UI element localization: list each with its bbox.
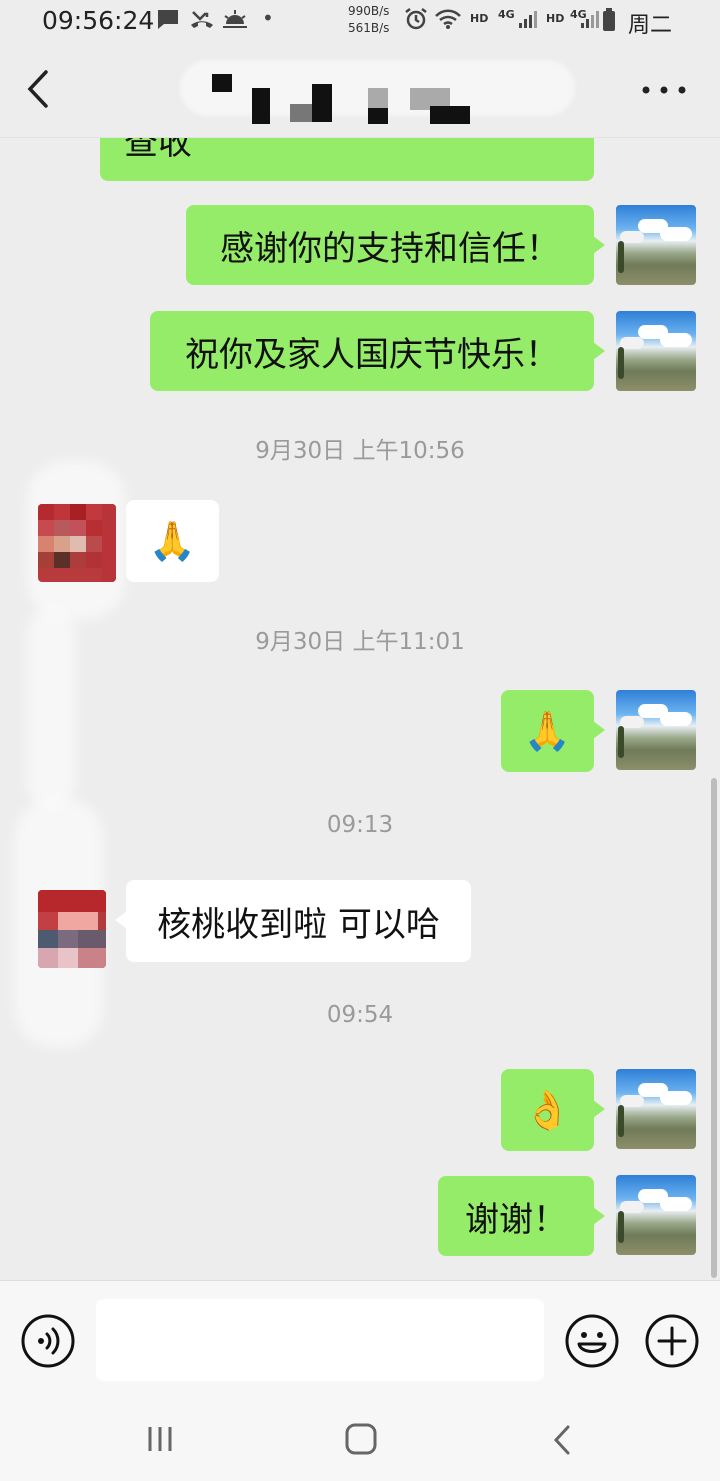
message-emoji: 🙏 [148,518,197,563]
recent-apps-button[interactable] [142,1424,178,1454]
timestamp: 9月30日 上午10:56 [255,438,465,464]
chat-title [160,54,580,124]
contact-avatar[interactable] [38,504,116,582]
my-avatar[interactable] [616,690,696,770]
message-emoji: 👌 [523,1087,572,1132]
message-bubble-mine[interactable]: 🙏 [501,690,605,772]
hd-label-1: HD [470,12,489,25]
wifi-icon [434,8,462,35]
my-avatar[interactable] [616,1069,696,1149]
pixel-block [290,104,314,122]
plus-icon [645,1314,699,1368]
message-bubble-mine[interactable]: 感谢你的支持和信任！ [186,205,605,285]
timestamp: 09:13 [326,812,394,838]
message-list[interactable]: 查收 感谢你的支持和信任！ 祝你及家人国庆节快乐！ 9月30日 上午10:56 [0,138,720,1280]
message-text: 感谢你的支持和信任！ [220,228,560,269]
message-bubble-mine[interactable]: 谢谢！ [438,1176,605,1256]
status-bar: 09:56:24 • 990B/s 561B/s HD 4G HD 4G 周二 [0,0,720,44]
more-button[interactable] [634,72,694,108]
net-up: 990B/s [348,4,390,18]
status-time: 09:56:24 [42,6,155,35]
system-back-icon [553,1425,570,1455]
message-text: 查收 [124,138,192,163]
network-speed: 990B/s 561B/s [348,3,389,37]
timestamp: 09:54 [326,1002,394,1028]
hd-label-2: HD [546,12,565,25]
battery-icon [602,8,616,37]
message-bubble-other[interactable]: 核桃收到啦 可以哈 [115,880,471,962]
message-input[interactable] [96,1299,544,1381]
pixel-block [368,108,388,124]
pixel-block [430,106,470,124]
message-bubble-mine[interactable]: 查收 [100,138,594,181]
input-bar [0,1280,720,1400]
smiley-icon [565,1314,619,1368]
alarm-icon [404,8,428,35]
contact-avatar[interactable] [38,890,106,968]
timestamp: 9月30日 上午11:01 [255,629,465,655]
more-dots-icon [642,86,686,94]
message-bubble-mine[interactable]: 👌 [501,1069,605,1151]
4g-label-1: 4G [498,8,515,21]
missed-call-icon [190,8,214,35]
message-text: 核桃收到啦 可以哈 [157,904,440,945]
pixel-block [312,84,332,122]
pixel-block [252,88,270,124]
emoji-button[interactable] [564,1313,620,1369]
weather-icon [222,8,248,35]
system-nav-bar [0,1400,720,1481]
recent-apps-icon [148,1427,172,1451]
message-bubble-other[interactable]: 🙏 [126,500,219,582]
signal-icon-1 [518,8,540,35]
chat-header [0,44,720,138]
pixel-block [368,88,388,108]
home-button[interactable] [344,1422,378,1456]
message-text: 祝你及家人国庆节快乐！ [185,334,559,375]
signal-icon-2 [580,8,602,35]
plus-button[interactable] [644,1313,700,1369]
my-avatar[interactable] [616,205,696,285]
message-emoji: 🙏 [523,708,572,753]
my-avatar[interactable] [616,1175,696,1255]
voice-button[interactable] [20,1313,76,1369]
voice-icon [21,1314,75,1368]
message-text: 谢谢！ [465,1199,567,1240]
dot-icon: • [262,6,274,30]
chevron-left-icon [27,70,48,108]
status-day: 周二 [628,13,673,38]
scrollbar[interactable] [711,778,717,1278]
message-bubble-mine[interactable]: 祝你及家人国庆节快乐！ [150,311,605,391]
home-icon [345,1423,377,1455]
pixel-block [212,74,232,92]
message-icon [156,8,180,35]
system-back-button[interactable] [548,1422,578,1458]
back-button[interactable] [18,66,62,112]
net-down: 561B/s [348,21,390,35]
my-avatar[interactable] [616,311,696,391]
